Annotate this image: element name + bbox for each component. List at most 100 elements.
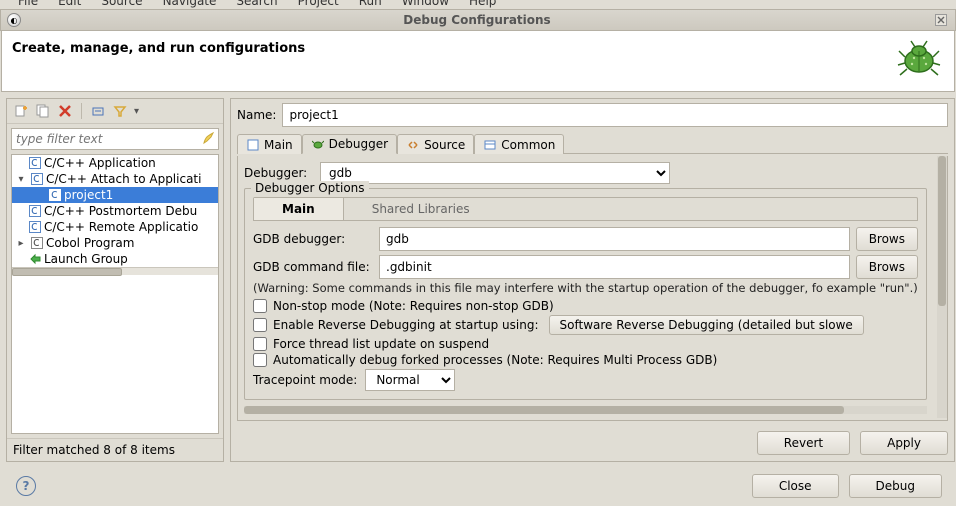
apply-button[interactable]: Apply: [860, 431, 948, 455]
menu-edit[interactable]: Edit: [58, 0, 81, 8]
tree-item-cpp-remote[interactable]: c C/C++ Remote Applicatio: [12, 219, 218, 235]
tree-label: project1: [64, 188, 113, 202]
filter-icon[interactable]: [112, 103, 128, 119]
c-app-icon: c: [28, 156, 42, 170]
gdb-cmdfile-warning: (Warning: Some commands in this file may…: [253, 281, 918, 295]
tree-label: C/C++ Attach to Applicati: [46, 172, 201, 186]
collapse-all-icon[interactable]: [90, 103, 106, 119]
subtab-main[interactable]: Main: [254, 198, 344, 220]
clear-filter-icon[interactable]: [201, 131, 215, 145]
menu-help[interactable]: Help: [469, 0, 496, 8]
launch-group-icon: [28, 252, 42, 266]
bug-icon: [894, 39, 944, 79]
tree-label: C/C++ Application: [44, 156, 156, 170]
reverse-checkbox[interactable]: [253, 318, 267, 332]
gdb-debugger-label: GDB debugger:: [253, 232, 373, 246]
reverse-label: Enable Reverse Debugging at startup usin…: [273, 318, 539, 332]
new-config-icon[interactable]: [13, 103, 29, 119]
c-app-icon: c: [28, 204, 42, 218]
tree-item-cpp-postmortem[interactable]: c C/C++ Postmortem Debu: [12, 203, 218, 219]
tab-main[interactable]: Main: [237, 134, 302, 154]
subtab-shared-libraries[interactable]: Shared Libraries: [344, 198, 498, 220]
page-title: Create, manage, and run configurations: [12, 39, 894, 56]
close-button[interactable]: Close: [752, 474, 839, 498]
debug-button[interactable]: Debug: [849, 474, 942, 498]
window-close-button[interactable]: [933, 13, 949, 27]
tree-item-launch-group[interactable]: Launch Group: [12, 251, 218, 267]
debugger-select[interactable]: gdb: [320, 162, 670, 184]
nonstop-check-row: Non-stop mode (Note: Requires non-stop G…: [253, 299, 918, 313]
svg-text:c: c: [51, 189, 58, 201]
gdb-cmdfile-browse-button[interactable]: Brows: [856, 255, 918, 279]
window-menu-icon[interactable]: ◐: [7, 13, 21, 27]
tree-horizontal-scrollbar[interactable]: [12, 267, 218, 275]
menu-file[interactable]: File: [18, 0, 38, 8]
window-title: Debug Configurations: [21, 13, 933, 27]
expand-toggle-icon[interactable]: ▾: [14, 174, 28, 185]
filter-field: [11, 128, 219, 150]
duplicate-config-icon[interactable]: [35, 103, 51, 119]
name-input[interactable]: [282, 103, 948, 127]
menu-source[interactable]: Source: [101, 0, 142, 8]
debugger-options-legend: Debugger Options: [251, 181, 369, 195]
source-tab-icon: [406, 138, 420, 152]
revert-button[interactable]: Revert: [757, 431, 850, 455]
tracepoint-label: Tracepoint mode:: [253, 373, 357, 387]
tracepoint-select[interactable]: Normal: [365, 369, 455, 391]
menu-search[interactable]: Search: [236, 0, 277, 8]
menu-project[interactable]: Project: [298, 0, 339, 8]
dialog-footer: ? Close Debug: [0, 464, 956, 506]
dialog-header: Create, manage, and run configurations: [1, 31, 955, 92]
configurations-panel: ▾ c C/C++ Application ▾ c C/C++ Attach t…: [6, 98, 224, 462]
tree-item-project1[interactable]: c project1: [12, 187, 218, 203]
autofork-label: Automatically debug forked processes (No…: [273, 353, 717, 367]
tree-item-cobol[interactable]: ▸ c Cobol Program: [12, 235, 218, 251]
tree-item-cpp-attach[interactable]: ▾ c C/C++ Attach to Applicati: [12, 171, 218, 187]
menu-run[interactable]: Run: [359, 0, 382, 8]
reverse-mode-button[interactable]: Software Reverse Debugging (detailed but…: [549, 315, 864, 335]
tree-item-cpp-application[interactable]: c C/C++ Application: [12, 155, 218, 171]
main-tab-icon: [246, 138, 260, 152]
detail-vertical-scrollbar[interactable]: [937, 156, 947, 418]
autofork-checkbox[interactable]: [253, 353, 267, 367]
nonstop-checkbox[interactable]: [253, 299, 267, 313]
filter-input[interactable]: [11, 128, 219, 150]
help-icon[interactable]: ?: [16, 476, 36, 496]
tree-label: C/C++ Postmortem Debu: [44, 204, 197, 218]
delete-config-icon[interactable]: [57, 103, 73, 119]
menu-navigate[interactable]: Navigate: [163, 0, 217, 8]
force-thread-check-row: Force thread list update on suspend: [253, 337, 918, 351]
gdb-debugger-browse-button[interactable]: Brows: [856, 227, 918, 251]
config-tree[interactable]: c C/C++ Application ▾ c C/C++ Attach to …: [11, 154, 219, 434]
autofork-check-row: Automatically debug forked processes (No…: [253, 353, 918, 367]
cobol-icon: c: [30, 236, 44, 250]
debugger-tab-icon: [311, 137, 325, 151]
gdb-debugger-input[interactable]: [379, 227, 850, 251]
debugger-select-label: Debugger:: [244, 166, 314, 180]
tab-source[interactable]: Source: [397, 134, 474, 154]
tree-label: Cobol Program: [46, 236, 134, 250]
force-thread-label: Force thread list update on suspend: [273, 337, 489, 351]
name-label: Name:: [237, 108, 276, 122]
common-tab-icon: [483, 138, 497, 152]
config-tabs: Main Debugger Source Common: [237, 133, 948, 154]
tree-label: C/C++ Remote Applicatio: [44, 220, 198, 234]
svg-text:c: c: [31, 157, 38, 169]
dialog-titlebar: ◐ Debug Configurations: [0, 9, 956, 31]
menu-window[interactable]: Window: [402, 0, 449, 8]
gdb-cmdfile-input[interactable]: [379, 255, 850, 279]
c-app-icon: c: [28, 220, 42, 234]
svg-text:c: c: [33, 237, 40, 249]
tab-debugger[interactable]: Debugger: [302, 134, 397, 154]
svg-text:c: c: [31, 205, 38, 217]
reverse-check-row: Enable Reverse Debugging at startup usin…: [253, 315, 918, 335]
tab-common[interactable]: Common: [474, 134, 564, 154]
toolbar-menu-arrow-icon[interactable]: ▾: [134, 106, 139, 117]
svg-text:c: c: [31, 221, 38, 233]
tree-label: Launch Group: [44, 252, 128, 266]
debugger-options-subtabs: Main Shared Libraries: [253, 197, 918, 221]
expand-toggle-icon[interactable]: ▸: [14, 238, 28, 249]
c-app-icon: c: [30, 172, 44, 186]
force-thread-checkbox[interactable]: [253, 337, 267, 351]
detail-horizontal-scrollbar[interactable]: [244, 406, 927, 414]
